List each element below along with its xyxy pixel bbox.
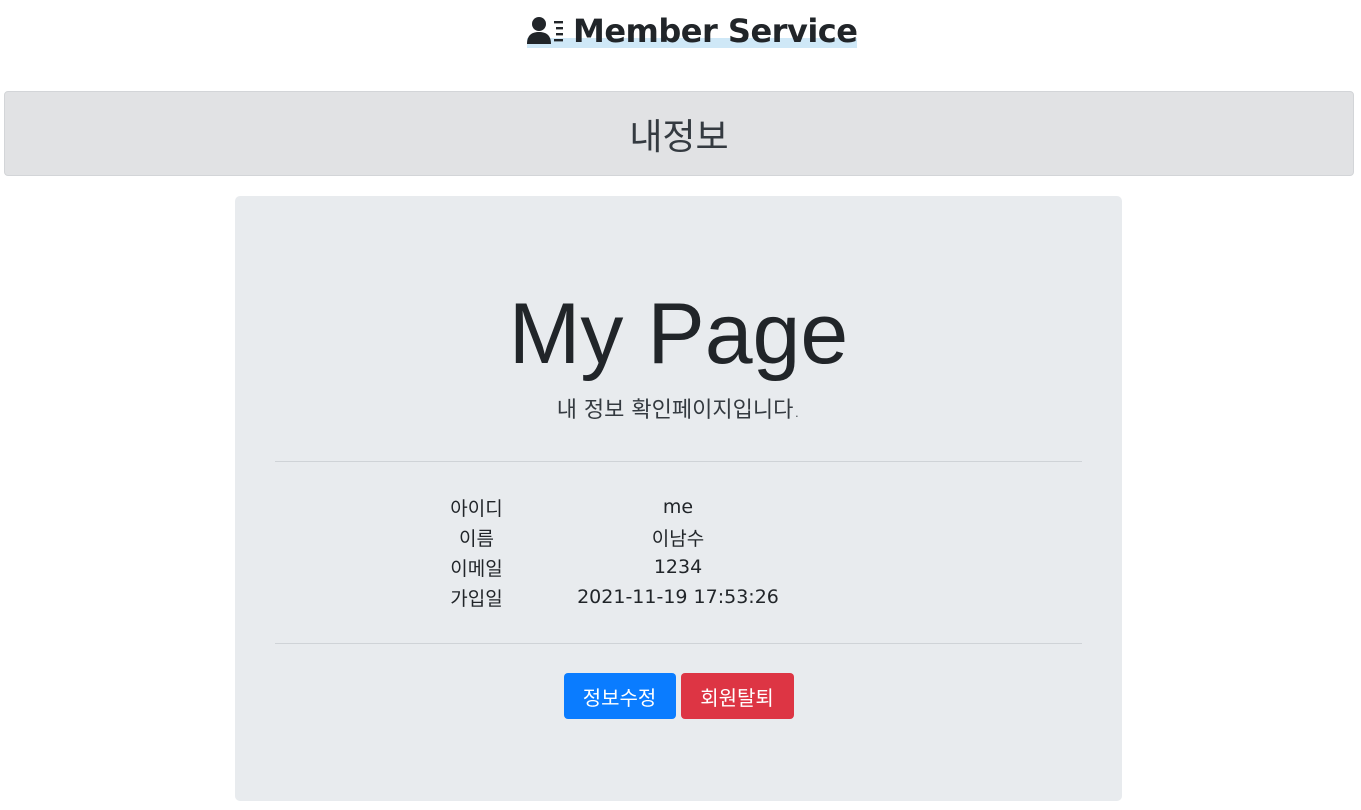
info-value: me (662, 496, 694, 518)
brand-title: Member Service (573, 12, 858, 50)
my-page-panel: My Page 내 정보 확인페이지입니다. 아이디 me 이름 이남수 이메일… (235, 196, 1122, 801)
user-list-icon (527, 16, 565, 46)
info-label: 아이디 (450, 497, 503, 520)
info-label: 이름 (459, 527, 494, 550)
info-row-name: 이름 이남수 (415, 522, 935, 552)
site-header: Member Service (0, 0, 1361, 62)
action-buttons: 정보수정 회원탈퇴 (235, 673, 1122, 719)
my-page-heading: My Page (508, 286, 849, 382)
page-title: 내정보 (629, 116, 729, 158)
info-value: 이남수 (651, 527, 705, 550)
info-row-email: 이메일 1234 (415, 552, 935, 582)
withdraw-button[interactable]: 회원탈퇴 (680, 673, 794, 719)
info-value: 2021-11-19 17:53:26 (577, 586, 779, 608)
my-page-subtitle: 내 정보 확인페이지입니다. (556, 398, 801, 423)
info-row-joined: 가입일 2021-11-19 17:53:26 (415, 582, 935, 612)
info-label: 가입일 (450, 587, 503, 610)
info-value: 1234 (653, 556, 703, 578)
info-row-id: 아이디 me (415, 492, 935, 522)
page-banner: 내정보 (4, 91, 1354, 176)
divider (275, 461, 1082, 462)
divider (275, 643, 1082, 644)
brand-link[interactable]: Member Service (527, 10, 858, 52)
edit-info-button[interactable]: 정보수정 (563, 673, 676, 719)
member-info-table: 아이디 me 이름 이남수 이메일 1234 가입일 2021-11-19 17… (415, 492, 935, 612)
info-label: 이메일 (450, 557, 503, 580)
